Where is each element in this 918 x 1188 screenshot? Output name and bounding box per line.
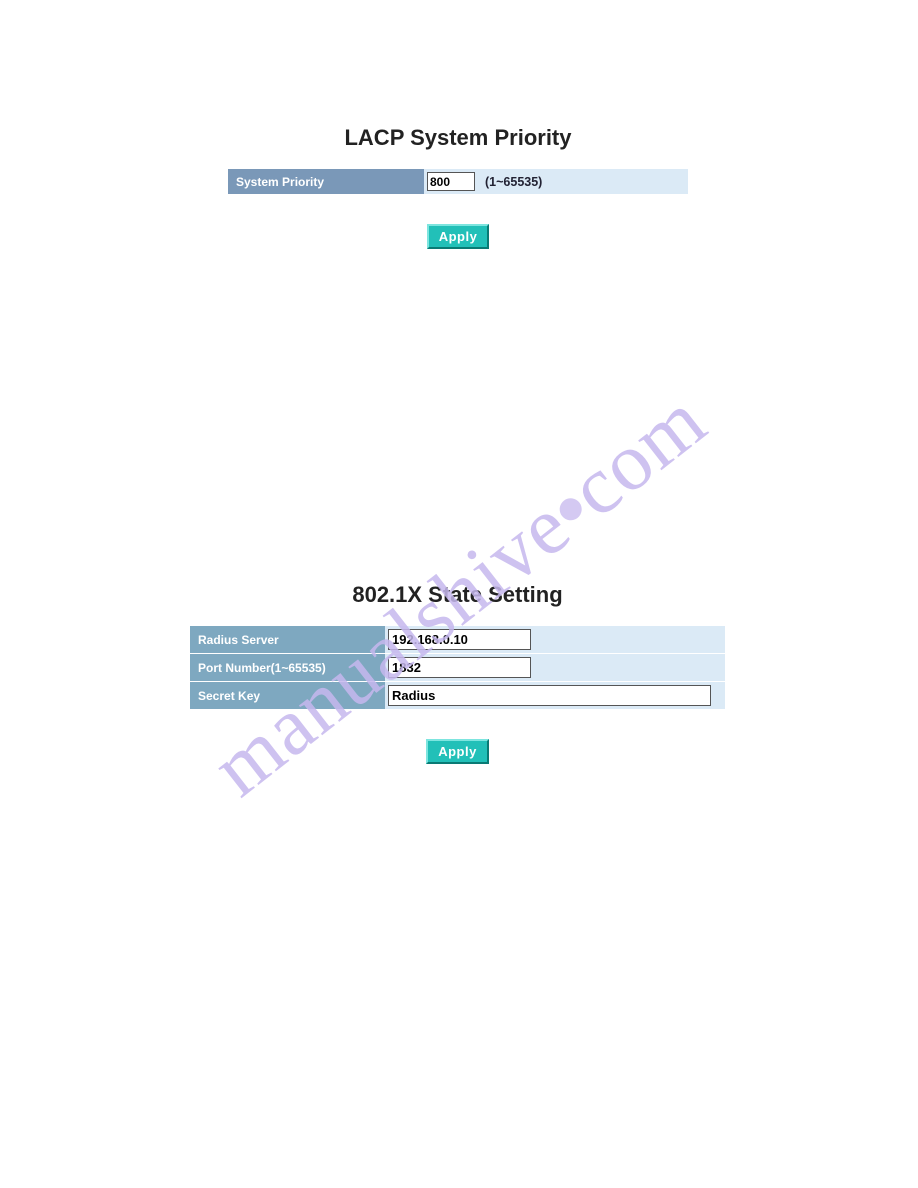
- radius-table: Radius Server Port Number(1~65535) Secre…: [190, 626, 725, 709]
- lacp-title: LACP System Priority: [228, 125, 688, 151]
- port-number-label: Port Number(1~65535): [190, 654, 385, 681]
- lacp-field-label: System Priority: [228, 169, 424, 194]
- secret-key-value-cell: [385, 682, 725, 709]
- lacp-panel: LACP System Priority System Priority (1~…: [228, 125, 688, 249]
- radius-server-input[interactable]: [388, 629, 531, 650]
- lacp-range-hint: (1~65535): [485, 175, 542, 189]
- radius-panel: 802.1X State Setting Radius Server Port …: [190, 582, 725, 764]
- radius-title: 802.1X State Setting: [190, 582, 725, 608]
- lacp-field-value-cell: (1~65535): [424, 169, 688, 194]
- port-number-input[interactable]: [388, 657, 531, 678]
- radius-server-row: Radius Server: [190, 626, 725, 653]
- port-number-row: Port Number(1~65535): [190, 654, 725, 681]
- radius-server-value-cell: [385, 626, 725, 653]
- radius-apply-wrap: Apply: [190, 739, 725, 764]
- radius-apply-button[interactable]: Apply: [426, 739, 489, 764]
- secret-key-input[interactable]: [388, 685, 711, 706]
- secret-key-row: Secret Key: [190, 682, 725, 709]
- port-number-value-cell: [385, 654, 725, 681]
- lacp-apply-wrap: Apply: [228, 224, 688, 249]
- radius-server-label: Radius Server: [190, 626, 385, 653]
- lacp-apply-button[interactable]: Apply: [427, 224, 490, 249]
- secret-key-label: Secret Key: [190, 682, 385, 709]
- system-priority-input[interactable]: [427, 172, 475, 191]
- lacp-row: System Priority (1~65535): [228, 169, 688, 194]
